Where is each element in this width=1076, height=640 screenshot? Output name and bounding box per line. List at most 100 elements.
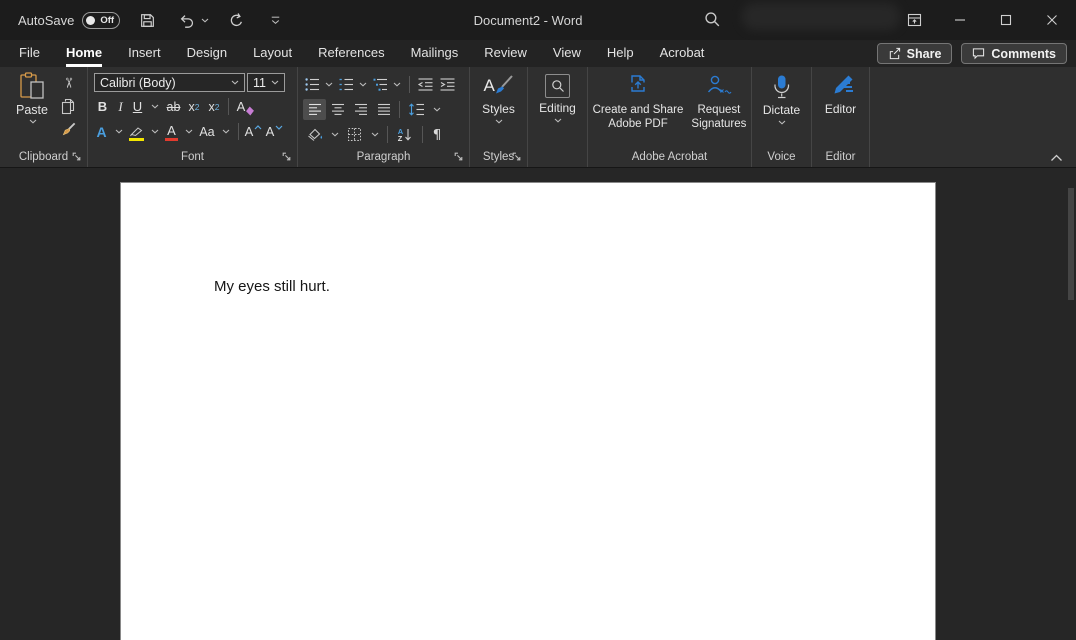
collapse-ribbon-button[interactable]: [1050, 154, 1063, 162]
bullets-button[interactable]: [303, 74, 320, 95]
save-button[interactable]: [135, 7, 159, 33]
line-spacing-button[interactable]: [404, 99, 428, 120]
paste-dropdown-icon: [29, 119, 36, 124]
customize-toolbar-icon: [268, 13, 283, 27]
grow-caret-icon: [254, 125, 262, 130]
tab-review[interactable]: Review: [471, 40, 540, 67]
show-formatting-marks-button[interactable]: ¶: [427, 124, 447, 145]
multilevel-list-button[interactable]: [371, 74, 388, 95]
maximize-button[interactable]: [983, 0, 1029, 40]
italic-button[interactable]: I: [112, 96, 129, 117]
tab-insert[interactable]: Insert: [115, 40, 174, 67]
tab-help[interactable]: Help: [594, 40, 647, 67]
customize-quick-access-button[interactable]: [263, 7, 287, 33]
document-page[interactable]: My eyes still hurt.: [120, 182, 936, 640]
align-center-button[interactable]: [326, 99, 349, 120]
eraser-icon: [246, 105, 255, 116]
minimize-button[interactable]: [937, 0, 983, 40]
grow-font-button[interactable]: A: [243, 121, 264, 142]
font-color-button[interactable]: A: [163, 121, 180, 142]
numbering-button[interactable]: [337, 74, 354, 95]
shading-dropdown-button[interactable]: [326, 124, 343, 145]
align-left-button[interactable]: [303, 99, 326, 120]
text-highlight-button[interactable]: [127, 121, 146, 142]
subscript-digit: 2: [194, 101, 200, 112]
bold-button[interactable]: B: [93, 96, 112, 117]
tab-references[interactable]: References: [305, 40, 397, 67]
undo-dropdown-button[interactable]: [200, 18, 209, 23]
cut-button[interactable]: ✂: [57, 74, 79, 92]
font-size-value: 11: [253, 75, 266, 90]
shading-button[interactable]: [303, 124, 326, 145]
ribbon-display-options-button[interactable]: [891, 0, 937, 40]
underline-dropdown-button[interactable]: [146, 96, 163, 117]
align-right-icon: [354, 103, 367, 115]
editing-button[interactable]: Editing: [528, 67, 587, 147]
grow-font-letter: A: [244, 124, 254, 139]
clear-formatting-button[interactable]: A: [233, 96, 257, 117]
collapse-ribbon-icon: [1051, 154, 1062, 161]
dictate-button[interactable]: Dictate: [752, 67, 811, 147]
multilevel-dropdown-button[interactable]: [388, 74, 405, 95]
superscript-button[interactable]: x2: [204, 96, 224, 117]
group-adobe-acrobat: Create and Share Adobe PDF Request Signa…: [588, 67, 752, 167]
close-button[interactable]: [1029, 0, 1075, 40]
comments-button[interactable]: Comments: [961, 43, 1067, 64]
request-signatures-button[interactable]: Request Signatures: [691, 74, 746, 147]
underline-button[interactable]: U: [129, 96, 146, 117]
tab-view[interactable]: View: [540, 40, 594, 67]
autosave-toggle[interactable]: Off: [82, 11, 121, 29]
text-effects-dropdown-button[interactable]: [110, 121, 127, 142]
strikethrough-button[interactable]: ab: [163, 96, 184, 117]
font-name-combobox[interactable]: Calibri (Body): [94, 73, 245, 92]
decrease-indent-button[interactable]: [414, 74, 436, 95]
align-center-icon: [331, 103, 344, 115]
font-color-dropdown-button[interactable]: [180, 121, 197, 142]
editor-button[interactable]: Editor: [812, 67, 869, 147]
numbering-dropdown-button[interactable]: [354, 74, 371, 95]
copy-button[interactable]: [57, 97, 79, 115]
text-highlight-dropdown-button[interactable]: [146, 121, 163, 142]
paragraph-dialog-launcher[interactable]: [453, 151, 464, 162]
font-size-combobox[interactable]: 11: [247, 73, 285, 92]
tab-file[interactable]: File: [6, 40, 53, 67]
sort-button[interactable]: A Z: [392, 124, 418, 145]
increase-indent-button[interactable]: [436, 74, 458, 95]
paste-button[interactable]: Paste: [9, 71, 55, 147]
format-painter-button[interactable]: [57, 120, 79, 138]
justify-button[interactable]: [372, 99, 395, 120]
scrollbar-thumb[interactable]: [1068, 188, 1074, 300]
minimize-icon: [954, 14, 966, 26]
bullets-dropdown-button[interactable]: [320, 74, 337, 95]
editor-group-label: Editor: [825, 151, 856, 163]
tab-layout[interactable]: Layout: [240, 40, 305, 67]
undo-button[interactable]: [174, 7, 198, 33]
line-spacing-dropdown-button[interactable]: [428, 99, 445, 120]
share-button[interactable]: Share: [876, 43, 953, 64]
text-effects-button[interactable]: A: [93, 121, 110, 142]
borders-dropdown-button[interactable]: [366, 124, 383, 145]
change-case-button[interactable]: Aa: [197, 121, 217, 142]
borders-button[interactable]: [343, 124, 366, 145]
styles-button[interactable]: A Styles: [470, 67, 527, 147]
create-share-pdf-button[interactable]: Create and Share Adobe PDF: [593, 74, 683, 147]
tab-acrobat[interactable]: Acrobat: [647, 40, 718, 67]
styles-dialog-launcher[interactable]: [511, 151, 522, 162]
shrink-font-button[interactable]: A: [264, 121, 285, 142]
tab-mailings[interactable]: Mailings: [398, 40, 472, 67]
redo-button[interactable]: [224, 7, 248, 33]
align-left-icon: [308, 103, 321, 115]
vertical-scrollbar[interactable]: [1067, 182, 1075, 632]
tab-home[interactable]: Home: [53, 40, 115, 67]
tab-design[interactable]: Design: [174, 40, 240, 67]
autosave-state: Off: [100, 14, 115, 26]
font-dialog-launcher[interactable]: [281, 151, 292, 162]
search-button[interactable]: [703, 10, 725, 30]
align-right-button[interactable]: [349, 99, 372, 120]
subscript-button[interactable]: x2: [184, 96, 204, 117]
sort-arrow-icon: [405, 128, 412, 141]
document-body-text[interactable]: My eyes still hurt.: [121, 183, 935, 295]
change-case-dropdown-button[interactable]: [217, 121, 234, 142]
clipboard-dialog-launcher[interactable]: [71, 151, 82, 162]
group-font: Calibri (Body) 11 B I U ab x 2 x 2 A A A…: [88, 67, 298, 167]
